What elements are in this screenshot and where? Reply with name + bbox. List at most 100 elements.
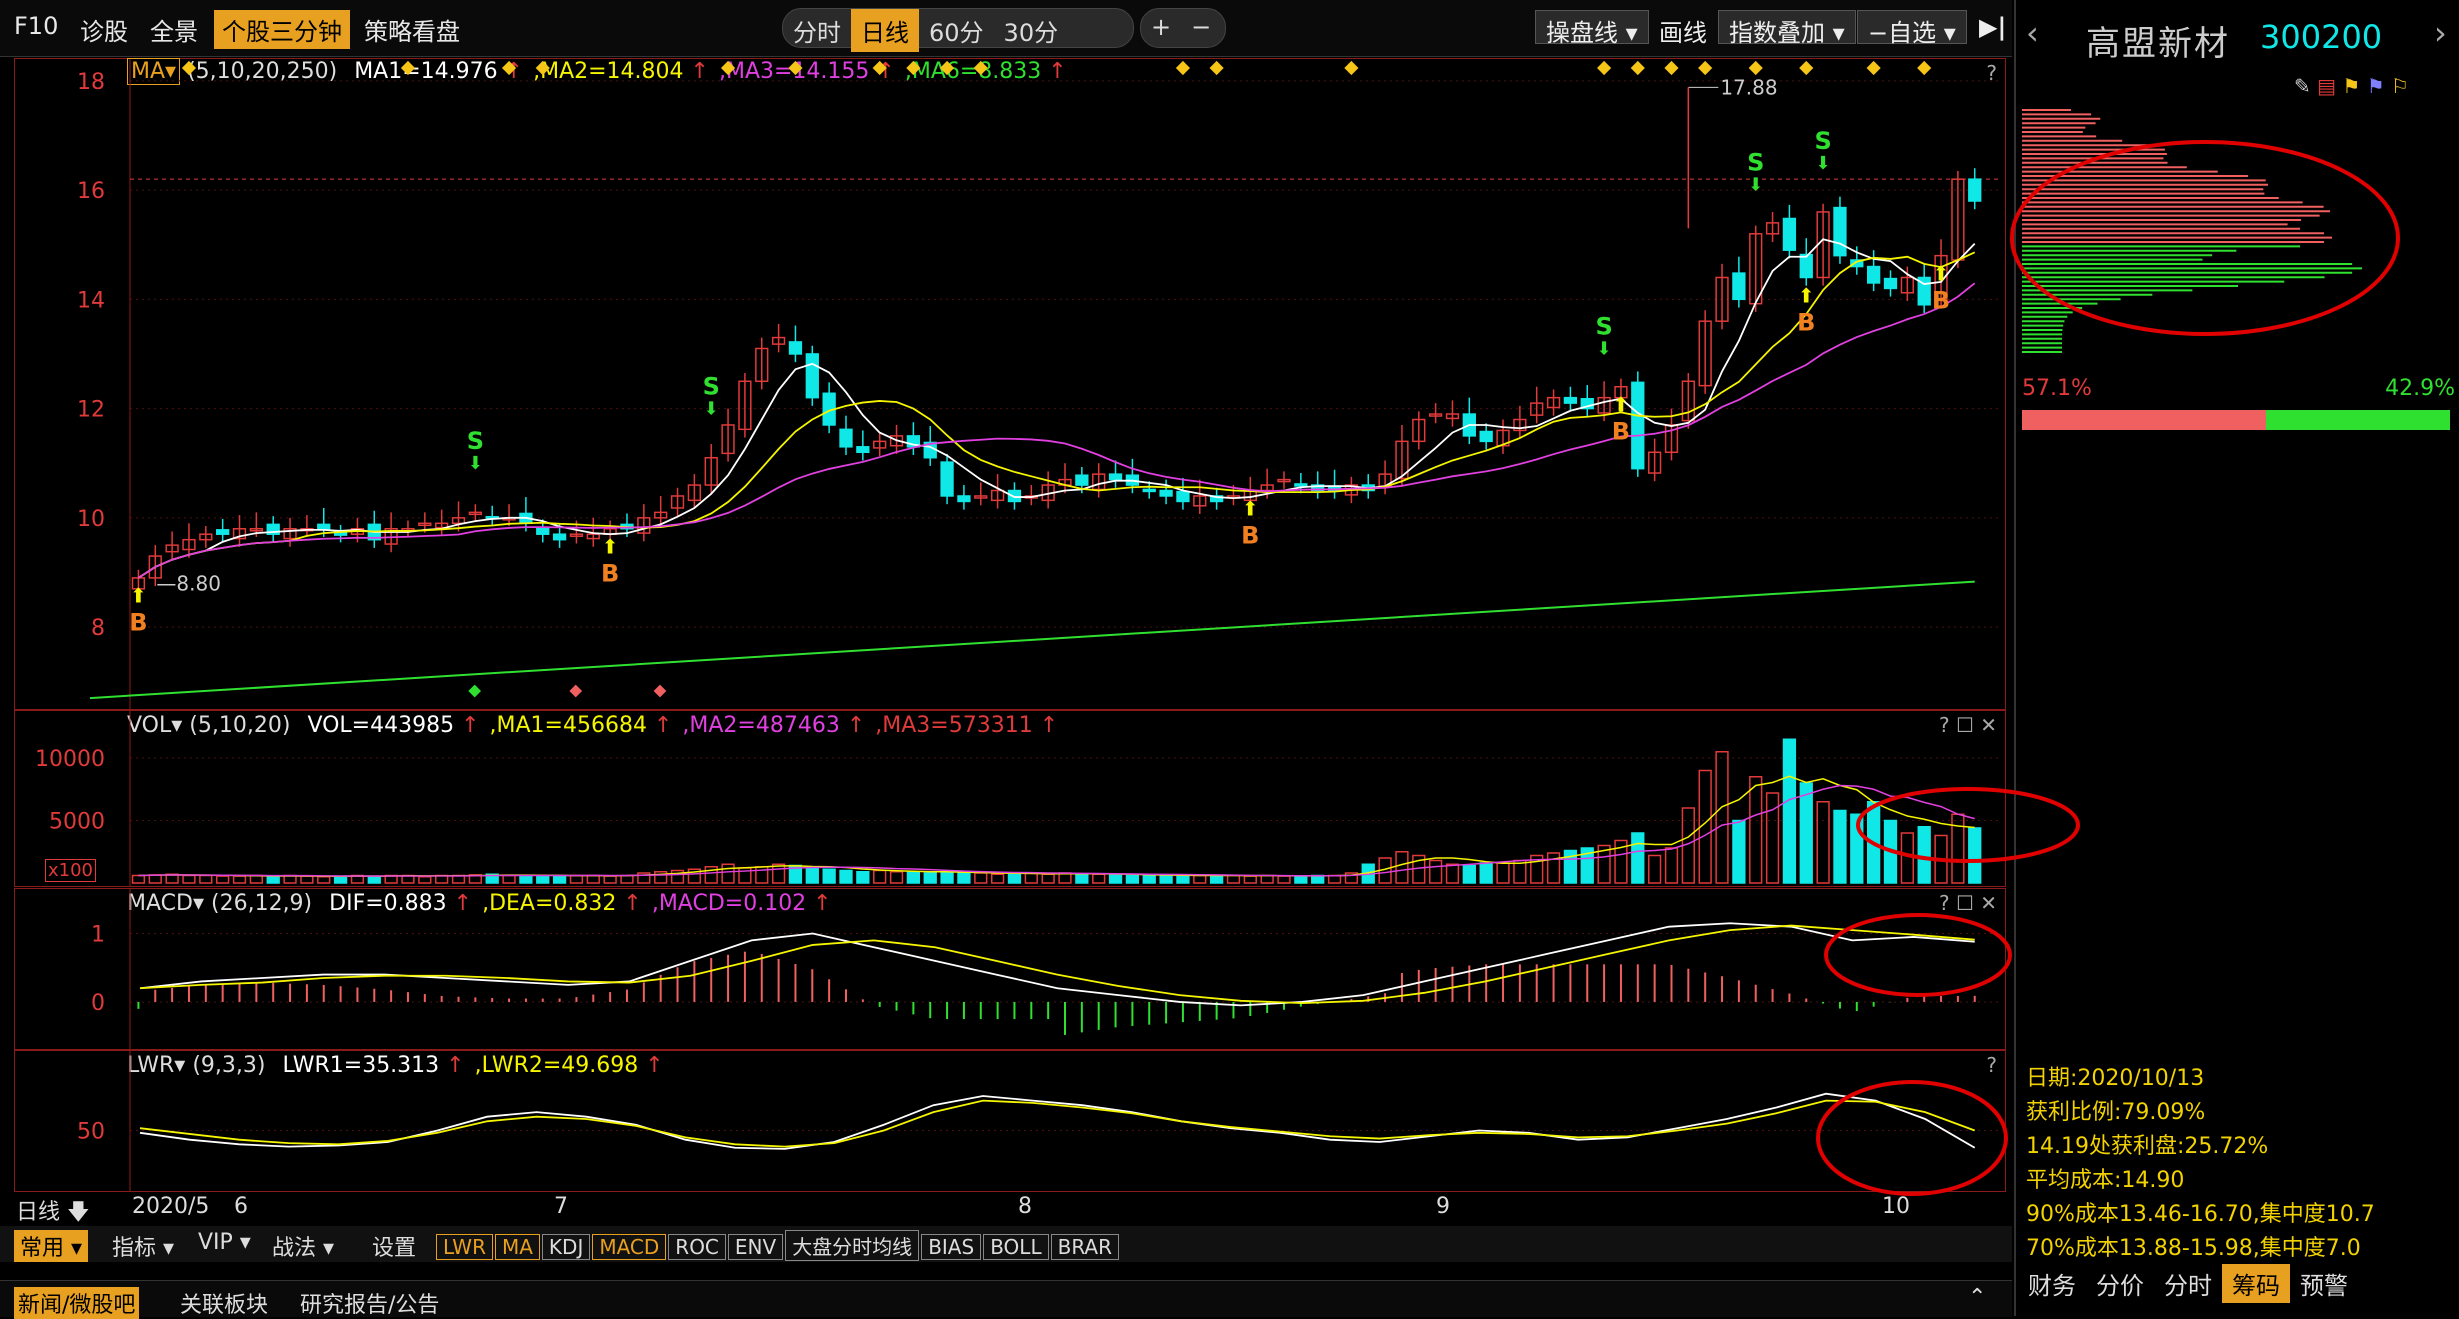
tab-indicators[interactable]: 指标 ▾ xyxy=(112,1230,174,1262)
volume-bar xyxy=(771,863,786,884)
volume-bar xyxy=(1479,862,1493,884)
indicator-pill[interactable]: BOLL xyxy=(983,1234,1049,1260)
event-diamond-icon[interactable] xyxy=(501,60,517,76)
candle-body xyxy=(1007,489,1022,503)
draw-line-button[interactable]: 画线 xyxy=(1648,10,1718,47)
f10-button[interactable]: F10 xyxy=(14,12,58,40)
indicator-pill[interactable]: LWR xyxy=(436,1234,493,1260)
tab-tactics[interactable]: 战法 ▾ xyxy=(272,1230,334,1262)
overview-button[interactable]: 全景 xyxy=(150,12,198,47)
event-diamond-icon[interactable] xyxy=(872,60,887,76)
next-stock-icon[interactable]: › xyxy=(2434,14,2447,52)
event-diamond-icon[interactable] xyxy=(940,60,955,76)
volume-bar xyxy=(1647,854,1662,884)
chip-distribution-panel: ‹ 高盟新材 300200 › ✎ ▤ ⚑ ⚑ ⚐ 57.1% 42.9% 日期… xyxy=(2014,0,2459,1316)
settings-button[interactable]: 设置 xyxy=(372,1230,416,1262)
period-daily[interactable]: 日线 xyxy=(851,9,919,52)
zoom-in-icon[interactable]: + xyxy=(1141,9,1181,45)
buy-arrow-icon: ⬆ xyxy=(1613,393,1630,417)
event-diamond-icon[interactable] xyxy=(1698,60,1713,76)
tab-alert[interactable]: 预警 xyxy=(2290,1264,2358,1303)
event-diamond-icon[interactable] xyxy=(1917,60,1932,76)
buy-arrow-icon: ⬆ xyxy=(1242,496,1259,520)
volume-chart: 10000 5000 xyxy=(35,711,2000,886)
indicator-pill[interactable]: ENV xyxy=(727,1234,784,1260)
tab-research[interactable]: 研究报告/公告 xyxy=(300,1287,439,1319)
period-30min[interactable]: 30分 xyxy=(994,9,1069,52)
tab-price-dist[interactable]: 分价 xyxy=(2086,1264,2154,1303)
indicator-pill[interactable]: BIAS xyxy=(921,1234,982,1260)
flag-blue-icon[interactable]: ⚑ xyxy=(2367,74,2385,98)
strategy-button[interactable]: 策略看盘 xyxy=(364,12,460,47)
event-diamond-icon[interactable] xyxy=(906,60,921,76)
watchlist-dropdown[interactable]: −自选 ▾ xyxy=(1857,10,1967,47)
event-diamond-icon[interactable] xyxy=(788,60,803,76)
candlestick-pane[interactable]: MA▾ (5,10,20,250) MA1=14.976 ↑ ,MA2=14.80… xyxy=(14,58,2006,710)
watchlist-label: −自选 xyxy=(1868,19,1937,47)
sell-arrow-icon: ⬇ xyxy=(704,399,719,420)
index-overlay-dropdown[interactable]: 指数叠加 ▾ xyxy=(1718,10,1856,47)
volume-bar xyxy=(586,874,600,884)
tab-common[interactable]: 常用 ▾ xyxy=(14,1230,89,1262)
tab-chips[interactable]: 筹码 xyxy=(2222,1264,2290,1303)
flag-icon[interactable]: ⚑ xyxy=(2342,74,2360,98)
volume-bar xyxy=(552,874,567,884)
candle-body xyxy=(1883,277,1898,290)
indicator-pill[interactable]: MA xyxy=(494,1234,540,1260)
indicator-pill[interactable]: BRAR xyxy=(1050,1234,1119,1260)
indicator-pill[interactable]: ROC xyxy=(668,1234,726,1260)
indicator-pill[interactable]: KDJ xyxy=(541,1234,591,1260)
event-diamond-icon[interactable] xyxy=(400,60,416,76)
event-diamond-icon[interactable] xyxy=(1664,60,1679,76)
volume-bar xyxy=(131,874,146,884)
trade-line-dropdown[interactable]: 操盘线 ▾ xyxy=(1535,10,1649,47)
expand-icon[interactable]: ⌃ xyxy=(1968,1285,1986,1310)
event-diamond-icon[interactable] xyxy=(1175,60,1190,76)
candle-body xyxy=(856,446,870,454)
event-diamond-icon[interactable] xyxy=(181,60,197,76)
indicator-pill[interactable]: MACD xyxy=(592,1234,667,1260)
zoom-out-icon[interactable]: − xyxy=(1181,9,1221,45)
macd-pane[interactable]: MACD▾ (26,12,9) DIF=0.883 ↑ ,DEA=0.832 ↑,… xyxy=(14,888,2006,1050)
diagnose-button[interactable]: 诊股 xyxy=(80,12,128,47)
lwr-pane[interactable]: LWR▾ (9,3,3) LWR1=35.313 ↑ ,LWR2=49.698 ↑… xyxy=(14,1050,2006,1192)
volume-bar xyxy=(1462,864,1476,884)
tab-news[interactable]: 新闻/微股吧 xyxy=(14,1287,140,1319)
event-diamond-icon[interactable] xyxy=(1748,60,1763,76)
tab-vip[interactable]: VIP ▾ xyxy=(198,1230,251,1255)
event-diamond-icon[interactable] xyxy=(1209,60,1224,76)
volume-bar xyxy=(1833,809,1847,884)
event-diamond-icon[interactable] xyxy=(1344,60,1359,76)
volume-bar xyxy=(1243,875,1257,884)
collapse-panel-icon[interactable]: ▶| xyxy=(1968,10,2017,44)
lwr-chart: 50 xyxy=(77,1051,2000,1191)
period-intraday[interactable]: 分时 xyxy=(783,9,851,52)
event-diamond-icon[interactable] xyxy=(1630,60,1645,76)
volume-bar xyxy=(721,863,735,884)
chart-icon[interactable]: ▤ xyxy=(2317,74,2336,98)
tab-intraday[interactable]: 分时 xyxy=(2154,1264,2222,1303)
trade-line-label: 操盘线 xyxy=(1546,19,1618,47)
volume-bar xyxy=(1782,738,1797,884)
tab-related-sectors[interactable]: 关联板块 xyxy=(180,1287,268,1319)
event-diamond-icon[interactable] xyxy=(1866,60,1881,76)
candle-body xyxy=(1631,381,1645,470)
event-marker-icon[interactable] xyxy=(569,684,583,698)
period-60min[interactable]: 60分 xyxy=(919,9,994,52)
event-diamond-icon[interactable] xyxy=(535,60,550,76)
stock-3min-button[interactable]: 个股三分钟 xyxy=(214,10,350,49)
event-marker-icon[interactable] xyxy=(468,684,482,698)
tab-finance[interactable]: 财务 xyxy=(2018,1264,2086,1303)
volume-pane[interactable]: VOL▾ (5,10,20) VOL=443985 ↑ ,MA1=456684 ↑… xyxy=(14,710,2006,887)
pencil-icon[interactable]: ✎ xyxy=(2294,74,2311,98)
event-diamond-icon[interactable] xyxy=(973,60,988,76)
prev-stock-icon[interactable]: ‹ xyxy=(2026,14,2039,52)
indicator-pill[interactable]: 大盘分时均线 xyxy=(785,1230,920,1261)
event-diamond-icon[interactable] xyxy=(1799,60,1814,76)
candle-body xyxy=(552,533,567,541)
event-diamond-icon[interactable] xyxy=(720,60,736,76)
volume-bar xyxy=(873,869,887,884)
event-marker-icon[interactable] xyxy=(653,684,667,698)
flag-yellow-icon[interactable]: ⚐ xyxy=(2391,74,2409,98)
event-diamond-icon[interactable] xyxy=(1597,60,1612,76)
